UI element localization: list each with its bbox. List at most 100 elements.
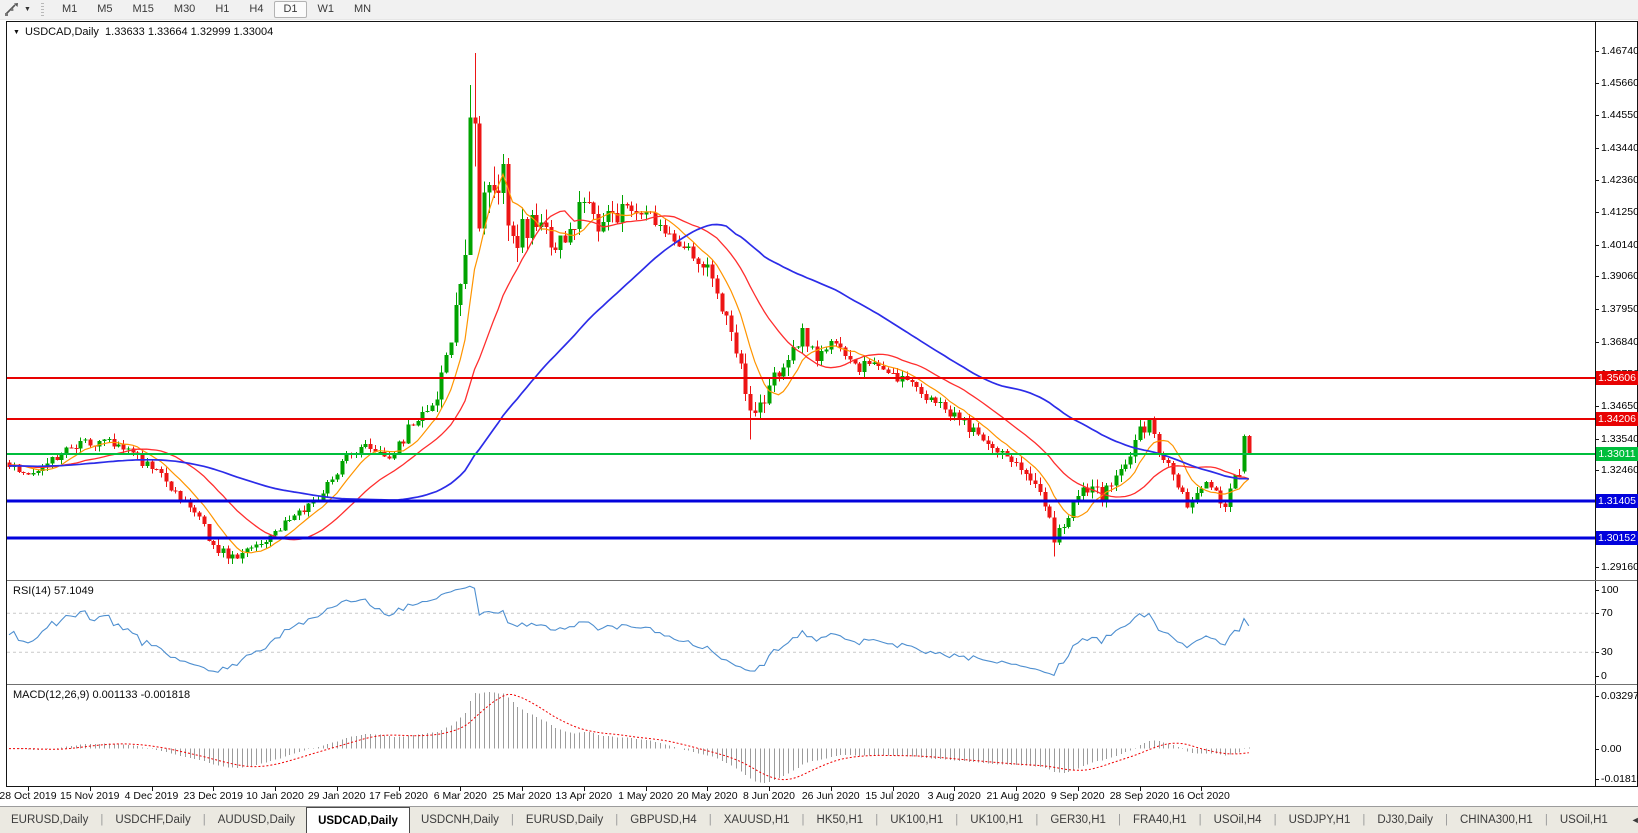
price-axis-label: 1.36840 [1601, 335, 1638, 348]
price-axis-tick [1595, 82, 1599, 84]
rsi-panel-separator[interactable] [7, 580, 1637, 581]
tab-usdchf-daily[interactable]: USDCHF,Daily [104, 807, 201, 833]
rsi-axis-label: 0 [1601, 670, 1607, 682]
price-axis-label: 1.34650 [1601, 399, 1638, 412]
tab-hk50-h1[interactable]: HK50,H1 [806, 807, 875, 833]
price-axis-label: 1.40140 [1601, 238, 1638, 251]
macd-panel-separator[interactable] [7, 684, 1637, 685]
time-axis-label: 16 Oct 2020 [1172, 790, 1230, 802]
tab-eurusd-daily[interactable]: EURUSD,Daily [515, 807, 614, 833]
time-axis-label: 6 Mar 2020 [433, 790, 487, 802]
time-axis-label: 28 Oct 2019 [0, 790, 57, 802]
collapse-triangle-icon[interactable]: ▼ [13, 29, 20, 36]
rsi-axis-tick [1595, 676, 1599, 677]
time-axis-label: 1 May 2020 [618, 790, 673, 802]
tabs-scroll-left-icon[interactable]: ◄ [1631, 815, 1638, 825]
chevron-down-icon[interactable]: ▼ [24, 6, 31, 13]
price-axis-label: 1.32460 [1601, 464, 1638, 477]
price-axis-label: 1.44550 [1601, 109, 1638, 122]
macd-axis-tick [1595, 779, 1599, 780]
time-axis-label: 29 Jan 2020 [307, 790, 366, 802]
tab-scroll-controls: ◄► [1619, 807, 1638, 833]
trading-platform-window: ▼ M1 M5 M15 M30 H1 H4 D1 W1 MN ▼ USDCAD,Daily 1.3… [0, 0, 1638, 833]
timeframe-button-m30[interactable]: M30 [165, 1, 204, 18]
rsi-axis-label: 70 [1601, 607, 1613, 620]
price-chart-plot[interactable] [7, 21, 1595, 580]
price-axis-tick [1595, 115, 1599, 117]
macd-label: MACD(12,26,9) 0.001133 -0.001818 [13, 689, 191, 701]
rsi-axis-label: 30 [1601, 646, 1613, 659]
price-axis-tick [1595, 276, 1599, 278]
price-axis-label: 1.39060 [1601, 270, 1638, 283]
time-axis-label: 4 Dec 2019 [124, 790, 179, 802]
timeframe-button-d1[interactable]: D1 [274, 1, 307, 18]
chart-symbol-label: USDCAD,Daily [24, 26, 99, 38]
price-axis-label: 1.42360 [1601, 173, 1638, 186]
time-axis-label: 13 Apr 2020 [555, 790, 613, 802]
timeframe-button-h4[interactable]: H4 [240, 1, 272, 18]
tab-usoil-h1[interactable]: USOil,H1 [1549, 807, 1619, 833]
macd-axis-label: 0.00 [1601, 742, 1622, 755]
tab-usdcnh-daily[interactable]: USDCNH,Daily [410, 807, 510, 833]
tab-ger30-h1[interactable]: GER30,H1 [1039, 807, 1117, 833]
time-axis-label: 8 Jun 2020 [743, 790, 795, 802]
macd-axis-tick [1595, 696, 1599, 697]
time-axis-label: 10 Jan 2020 [246, 790, 304, 802]
macd-axis-label: -0.018154 [1601, 773, 1638, 785]
price-axis-tick [1595, 309, 1599, 311]
price-line-badge: 1.30152 [1596, 531, 1638, 546]
price-axis-tick [1595, 567, 1599, 569]
tab-gbpusd-h4[interactable]: GBPUSD,H4 [619, 807, 707, 833]
timeframe-toolbar: ▼ M1 M5 M15 M30 H1 H4 D1 W1 MN [0, 0, 1638, 20]
price-line-badge: 1.35606 [1596, 370, 1638, 385]
chart-title: ▼ USDCAD,Daily 1.33633 1.33664 1.32999 1.… [13, 26, 273, 38]
timeframe-button-m1[interactable]: M1 [53, 1, 86, 18]
time-axis-label: 9 Sep 2020 [1050, 790, 1105, 802]
tab-uk100-h1[interactable]: UK100,H1 [959, 807, 1034, 833]
tab-xauusd-h1[interactable]: XAUUSD,H1 [713, 807, 801, 833]
price-line-badge: 1.31405 [1596, 494, 1638, 509]
price-axis-tick [1595, 179, 1599, 181]
drawing-tool-button[interactable]: ▼ [0, 2, 35, 17]
price-axis-tick [1595, 147, 1599, 149]
chart-tab-bar: EURUSD,Daily | USDCHF,Daily | AUDUSD,Daily US… [0, 806, 1638, 833]
rsi-indicator-plot[interactable] [7, 581, 1595, 683]
tab-audusd-daily[interactable]: AUDUSD,Daily [207, 807, 306, 833]
price-axis-label: 1.45660 [1601, 76, 1638, 89]
timeframe-button-m15[interactable]: M15 [124, 1, 163, 18]
price-axis-tick [1595, 244, 1599, 246]
time-axis-label: 15 Jul 2020 [865, 790, 920, 802]
timeframe-button-w1[interactable]: W1 [309, 1, 344, 18]
timeframe-button-h1[interactable]: H1 [206, 1, 238, 18]
tab-usdjpy-h1[interactable]: USDJPY,H1 [1278, 807, 1362, 833]
tab-eurusd-daily[interactable]: EURUSD,Daily [0, 807, 99, 833]
time-axis-label: 26 Jun 2020 [801, 790, 860, 802]
price-axis-line [1595, 21, 1596, 787]
tab-dj30-daily[interactable]: DJ30,Daily [1366, 807, 1444, 833]
tab-uk100-h1[interactable]: UK100,H1 [879, 807, 954, 833]
timeframe-button-m5[interactable]: M5 [88, 1, 121, 18]
rsi-label: RSI(14) 57.1049 [13, 585, 94, 597]
rsi-axis-tick [1595, 652, 1599, 654]
chart-ohlc-values: 1.33633 1.33664 1.32999 1.33004 [105, 26, 274, 38]
tab-china300-h1[interactable]: CHINA300,H1 [1449, 807, 1544, 833]
time-axis-label: 25 Mar 2020 [492, 790, 552, 802]
time-axis-label: 28 Sep 2020 [1109, 790, 1170, 802]
time-axis-label: 3 Aug 2020 [927, 790, 981, 802]
time-axis-label: 20 May 2020 [676, 790, 738, 802]
price-axis-tick [1595, 405, 1599, 407]
price-axis-tick [1595, 470, 1599, 472]
price-line-badge: 1.34206 [1596, 411, 1638, 426]
time-axis-label: 21 Aug 2020 [986, 790, 1046, 802]
macd-indicator-plot[interactable] [7, 685, 1595, 786]
timeframe-button-mn[interactable]: MN [345, 1, 380, 18]
time-axis-label: 17 Feb 2020 [369, 790, 428, 802]
timeframe-buttons: M1 M5 M15 M30 H1 H4 D1 W1 MN [52, 1, 381, 18]
tab-usoil-h4[interactable]: USOil,H4 [1203, 807, 1273, 833]
price-axis-tick [1595, 51, 1599, 52]
macd-axis-label: 0.032972 [1601, 690, 1638, 702]
tab-fra40-h1[interactable]: FRA40,H1 [1122, 807, 1198, 833]
toolbar-grip [40, 3, 44, 16]
tab-usdcad-daily[interactable]: USDCAD,Daily [306, 807, 410, 833]
time-axis-label: 15 Nov 2019 [59, 790, 120, 802]
